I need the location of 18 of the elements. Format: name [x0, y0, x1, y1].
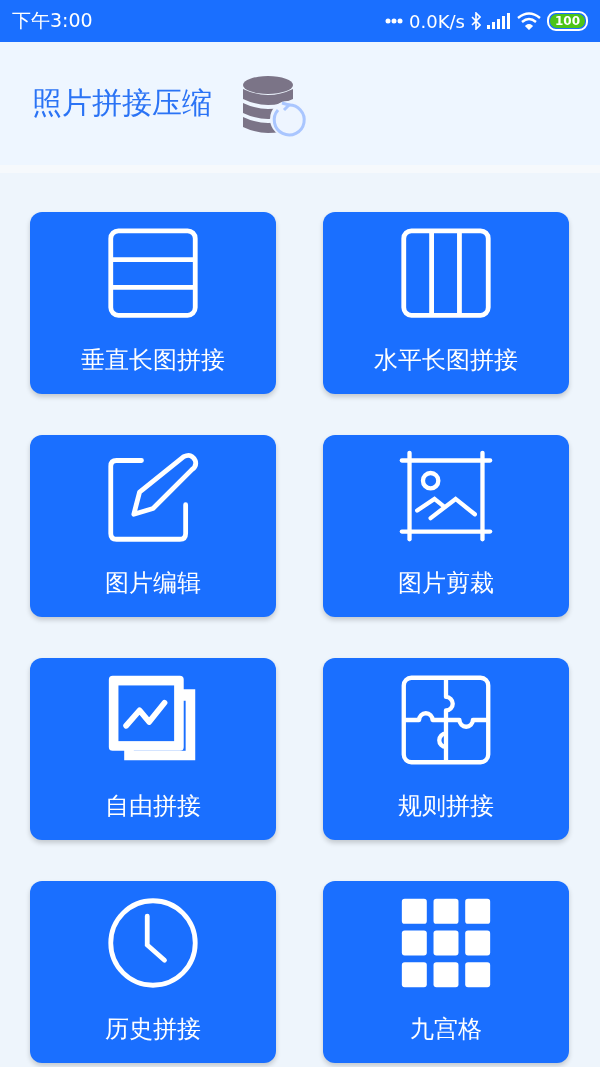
dots-icon: [385, 18, 404, 24]
feature-tile[interactable]: 图片剪裁: [323, 435, 569, 617]
feature-tile[interactable]: 自由拼接: [30, 658, 276, 840]
wifi-icon: [516, 12, 541, 30]
app-title: 照片拼接压缩: [32, 84, 212, 122]
feature-tile[interactable]: 规则拼接: [323, 658, 569, 840]
battery-indicator: 100: [546, 11, 588, 31]
network-speed: 0.0K/s: [409, 10, 465, 32]
feature-tile[interactable]: 图片编辑: [30, 435, 276, 617]
feature-tile[interactable]: 垂直长图拼接: [30, 212, 276, 394]
clock-icon: [105, 895, 201, 991]
feature-tile[interactable]: 历史拼接: [30, 881, 276, 1063]
feature-tile[interactable]: 九宫格: [323, 881, 569, 1063]
bluetooth-icon: [470, 12, 481, 30]
signal-icon: [486, 13, 511, 29]
database-refresh-icon: [242, 74, 308, 139]
feature-tile[interactable]: 水平长图拼接: [323, 212, 569, 394]
status-time: 下午3:00: [12, 8, 93, 33]
